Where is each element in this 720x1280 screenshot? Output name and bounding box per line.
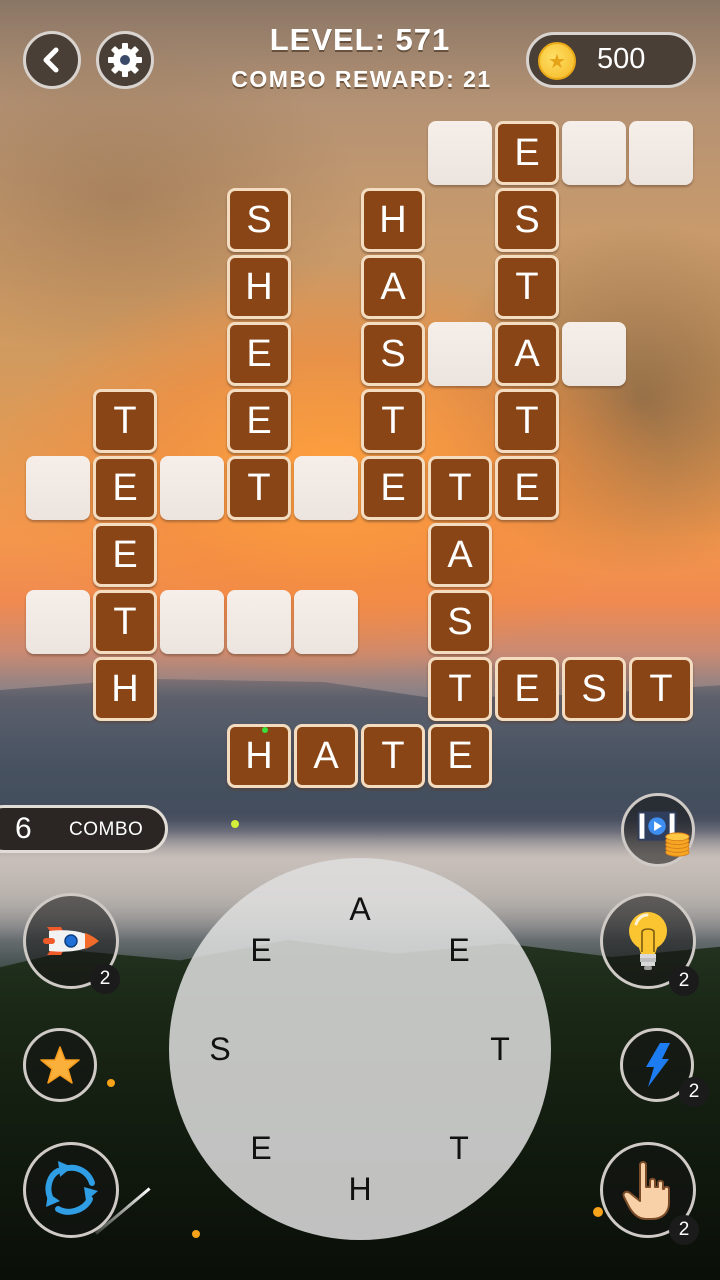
grid-cell-empty: [294, 456, 358, 520]
sparkle: [593, 1207, 603, 1217]
grid-cell-empty: [227, 590, 291, 654]
grid-cell-filled: S: [361, 322, 425, 386]
lightning-button[interactable]: 2: [620, 1028, 709, 1107]
grid-cell-empty: [428, 121, 492, 185]
grid-cell-empty: [160, 456, 224, 520]
finger-button[interactable]: 2: [600, 1142, 699, 1245]
grid-cell-empty: [26, 456, 90, 520]
combo-indicator: 6 COMBO: [0, 805, 168, 853]
wheel-letter[interactable]: E: [241, 1128, 281, 1168]
rocket-count: 2: [90, 964, 120, 994]
grid-cell-filled: T: [93, 389, 157, 453]
sparkle: [262, 727, 268, 733]
wheel-letter[interactable]: T: [480, 1029, 520, 1069]
video-coins-icon: [637, 811, 690, 857]
grid-cell-filled: H: [361, 188, 425, 252]
grid-cell-empty: [428, 322, 492, 386]
grid-cell-filled: T: [629, 657, 693, 721]
sparkle: [107, 1079, 115, 1087]
grid-cell-filled: S: [428, 590, 492, 654]
grid-cell-filled: S: [495, 188, 559, 252]
grid-cell-filled: E: [227, 389, 291, 453]
lightning-count: 2: [679, 1077, 709, 1107]
finger-count: 2: [669, 1215, 699, 1245]
grid-cell-filled: T: [361, 389, 425, 453]
letter-wheel[interactable]: A E T T H E S E: [169, 858, 551, 1240]
hint-count: 2: [669, 966, 699, 996]
crossword-grid: ESHSHATESATETTETETEEATSHTESTHATE: [0, 0, 720, 800]
sparkle: [192, 1230, 200, 1238]
combo-label: COMBO: [69, 819, 144, 840]
grid-cell-filled: E: [495, 456, 559, 520]
wheel-letter[interactable]: H: [340, 1169, 380, 1209]
grid-cell-filled: S: [562, 657, 626, 721]
grid-cell-filled: A: [361, 255, 425, 319]
grid-cell-empty: [629, 121, 693, 185]
hint-button[interactable]: 2: [600, 893, 699, 996]
grid-cell-empty: [562, 322, 626, 386]
wheel-letter[interactable]: S: [200, 1029, 240, 1069]
wheel-letter[interactable]: E: [439, 930, 479, 970]
grid-cell-filled: A: [294, 724, 358, 788]
rocket-button[interactable]: 2: [23, 893, 120, 994]
grid-cell-filled: T: [93, 590, 157, 654]
grid-cell-filled: T: [227, 456, 291, 520]
wheel-letter[interactable]: A: [340, 889, 380, 929]
combo-count: 6: [15, 812, 32, 845]
grid-cell-empty: [562, 121, 626, 185]
grid-cell-filled: E: [361, 456, 425, 520]
grid-cell-filled: E: [428, 724, 492, 788]
sparkle: [231, 820, 239, 828]
grid-cell-filled: H: [93, 657, 157, 721]
grid-cell-filled: E: [495, 657, 559, 721]
grid-cell-empty: [26, 590, 90, 654]
shuffle-icon: [45, 1161, 98, 1215]
grid-cell-filled: A: [428, 523, 492, 587]
pointing-hand-icon: [622, 1161, 670, 1220]
wheel-letter[interactable]: E: [241, 930, 281, 970]
grid-cell-filled: E: [495, 121, 559, 185]
grid-cell-filled: T: [495, 389, 559, 453]
lightbulb-icon: [629, 912, 667, 970]
rocket-icon: [43, 927, 99, 955]
grid-cell-filled: T: [428, 657, 492, 721]
grid-cell-filled: H: [227, 724, 291, 788]
grid-cell-filled: T: [361, 724, 425, 788]
wheel-letter[interactable]: T: [439, 1128, 479, 1168]
grid-cell-filled: E: [93, 523, 157, 587]
grid-cell-filled: S: [227, 188, 291, 252]
grid-cell-empty: [294, 590, 358, 654]
grid-cell-filled: T: [495, 255, 559, 319]
grid-cell-filled: T: [428, 456, 492, 520]
star-icon: [40, 1046, 80, 1084]
grid-cell-filled: A: [495, 322, 559, 386]
grid-cell-filled: H: [227, 255, 291, 319]
lightning-icon: [646, 1043, 670, 1087]
grid-cell-filled: E: [227, 322, 291, 386]
grid-cell-empty: [160, 590, 224, 654]
grid-cell-filled: E: [93, 456, 157, 520]
star-button[interactable]: [23, 1028, 97, 1102]
video-reward-button[interactable]: [621, 793, 695, 867]
